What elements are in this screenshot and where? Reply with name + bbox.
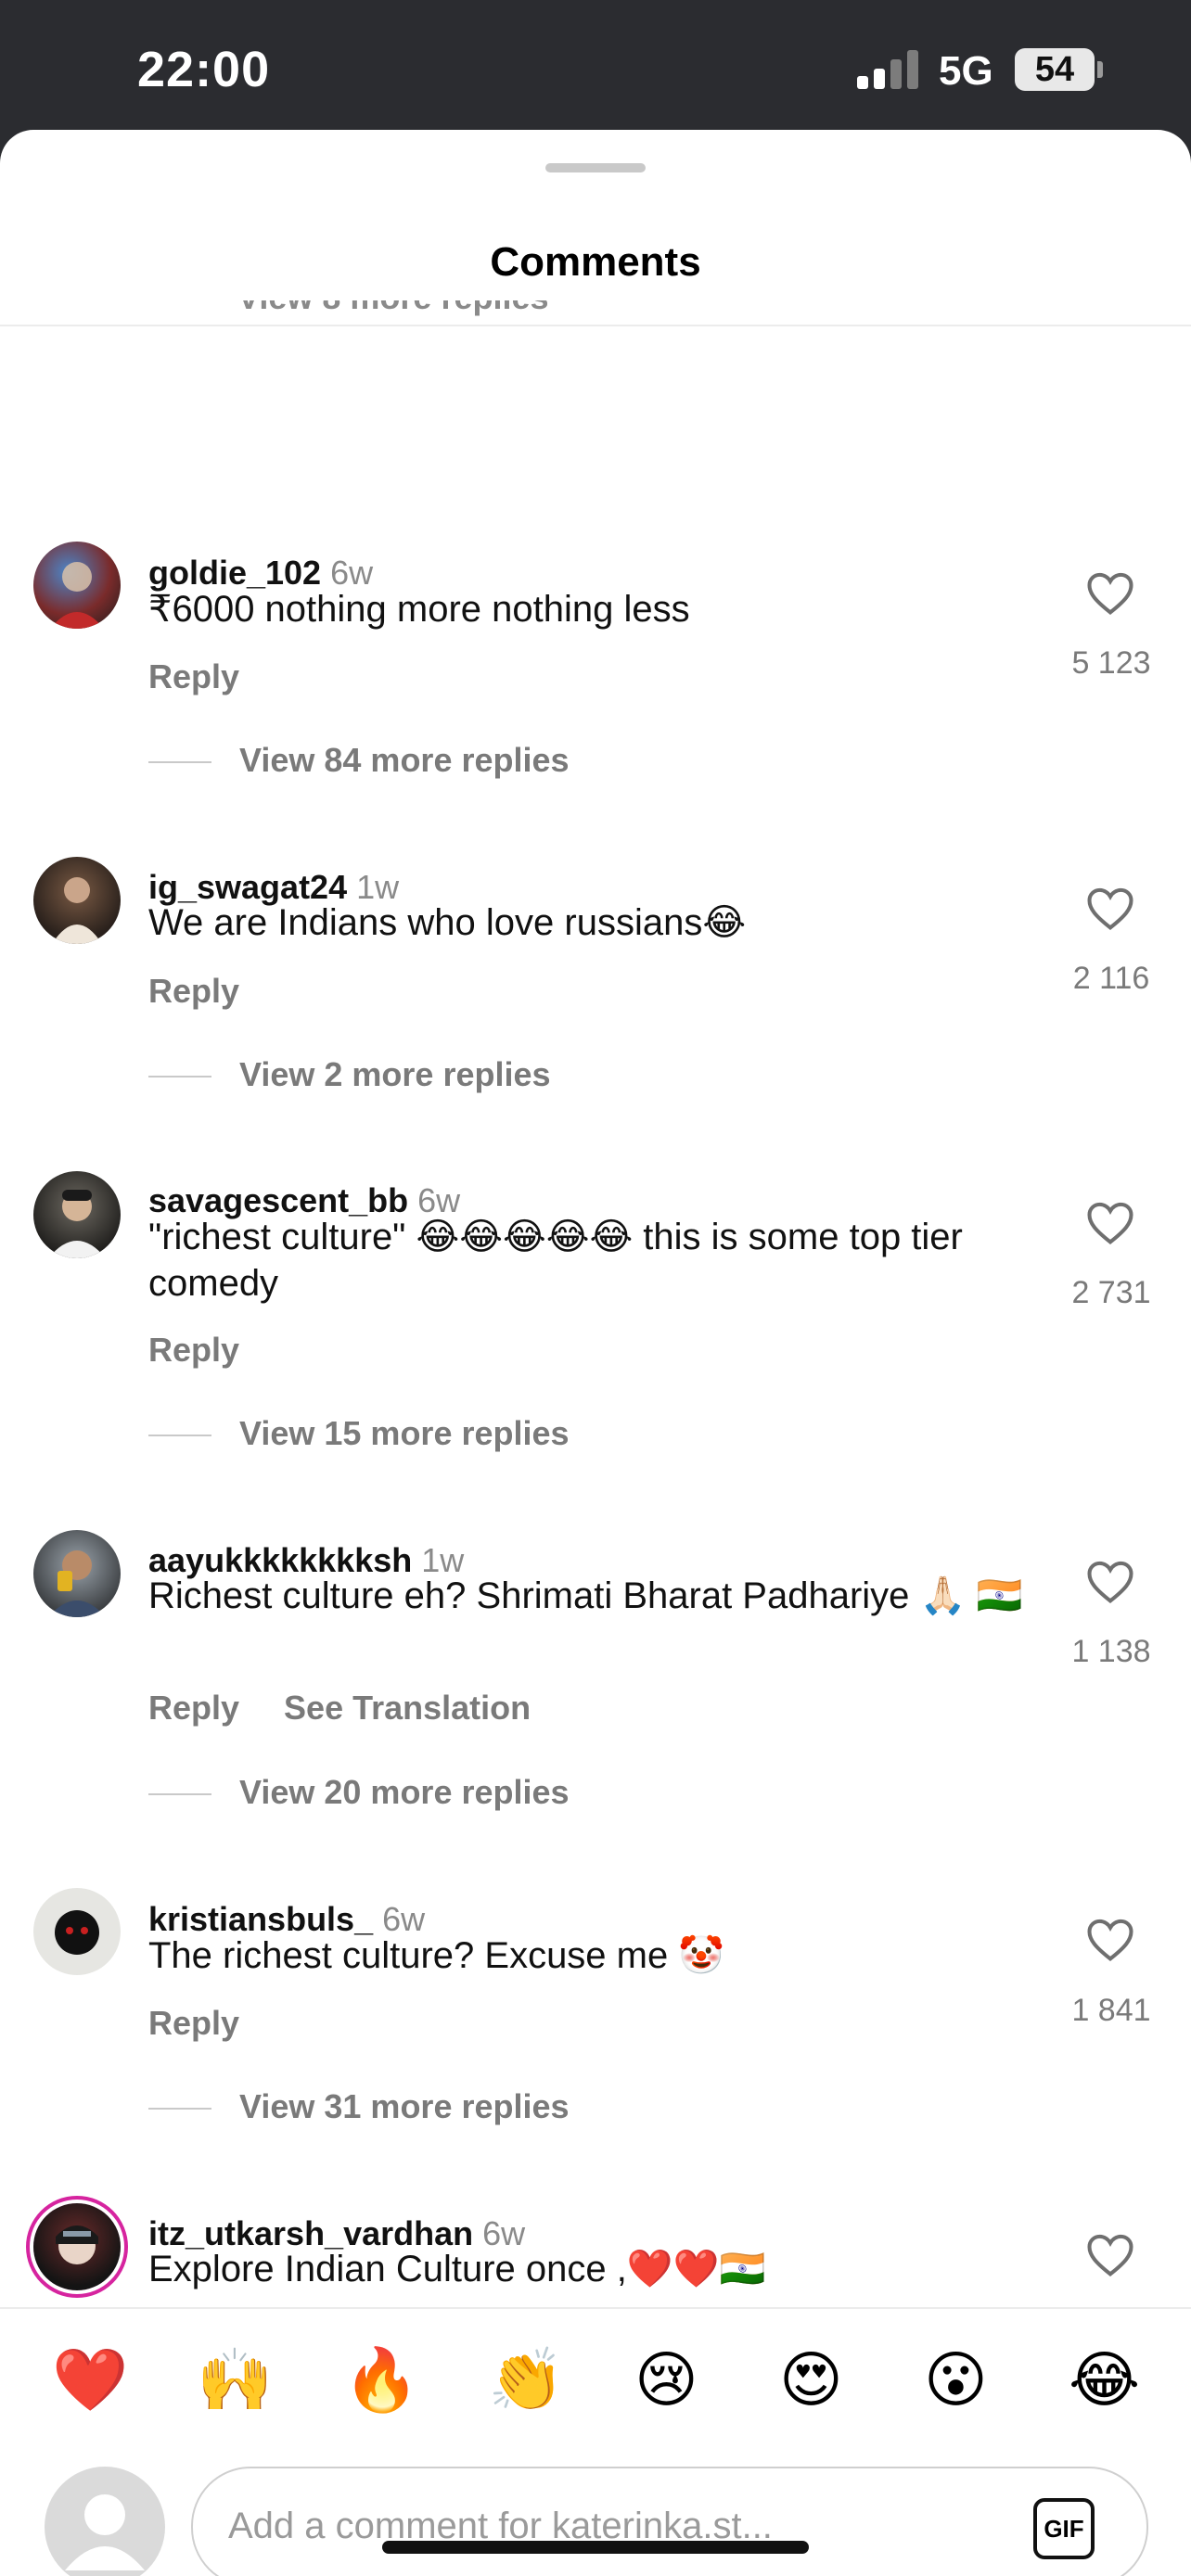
comment-actions: Reply xyxy=(148,972,284,1011)
comment-text: We are Indians who love russians😂 xyxy=(148,902,747,943)
view-replies-button[interactable]: View 31 more replies xyxy=(148,2087,570,2126)
status-bar: 22:00 5G 54 xyxy=(0,0,1191,139)
emoji-surprised-button[interactable]: 😮 xyxy=(924,2344,988,2416)
comment-text: "richest culture" 😂😂😂😂😂 this is some top… xyxy=(148,1217,963,1304)
like-heart-icon[interactable] xyxy=(1085,1558,1135,1604)
reply-button[interactable]: Reply xyxy=(148,2004,239,2042)
reply-button[interactable]: Reply xyxy=(148,657,239,695)
cut-off-text: View 8 more replies xyxy=(237,300,549,316)
avatar[interactable] xyxy=(33,2203,121,2290)
comment-text: ₹6000 nothing more nothing less xyxy=(148,589,690,630)
like-heart-icon[interactable] xyxy=(1085,569,1135,616)
comment-input-container[interactable]: GIF xyxy=(191,2467,1148,2576)
like-heart-icon[interactable] xyxy=(1085,2231,1135,2277)
view-replies-label[interactable]: View 15 more replies xyxy=(239,1414,570,1452)
composer-divider xyxy=(0,2307,1191,2309)
emoji-fire-button[interactable]: 🔥 xyxy=(343,2344,419,2417)
like-heart-icon[interactable] xyxy=(1085,1916,1135,1962)
view-replies-button[interactable]: View 84 more replies xyxy=(148,741,570,780)
reply-button[interactable]: Reply xyxy=(148,1689,239,1727)
sheet-grabber[interactable] xyxy=(545,163,646,172)
like-count: 5 123 xyxy=(1071,645,1151,681)
like-count: 1 841 xyxy=(1071,1993,1151,2028)
view-replies-label[interactable]: View 31 more replies xyxy=(239,2087,570,2125)
signal-icon xyxy=(857,50,922,89)
avatar-figure xyxy=(48,1550,106,1617)
sheet-title: Comments xyxy=(490,239,701,285)
reply-button[interactable]: Reply xyxy=(148,1331,239,1369)
avatar-figure xyxy=(56,2225,98,2264)
avatar[interactable] xyxy=(33,1530,121,1617)
avatar-figure xyxy=(48,1190,106,1258)
battery-icon: 54 xyxy=(1015,48,1095,91)
view-replies-button[interactable]: View 2 more replies xyxy=(148,1055,551,1094)
like-heart-icon[interactable] xyxy=(1085,885,1135,931)
gif-button[interactable]: GIF xyxy=(1033,2498,1095,2559)
see-translation-button[interactable]: See Translation xyxy=(284,1689,531,1727)
network-type: 5G xyxy=(939,48,993,94)
comments-sheet: Comments View 8 more replies goldie_1026… xyxy=(0,130,1191,2576)
emoji-heart-eyes-button[interactable]: 😍 xyxy=(779,2344,843,2416)
like-heart-icon[interactable] xyxy=(1085,1199,1135,1245)
view-replies-label[interactable]: View 20 more replies xyxy=(239,1773,570,1811)
replies-line xyxy=(148,2108,211,2111)
comment-actions: Reply xyxy=(148,657,284,696)
avatar[interactable] xyxy=(33,1888,121,1975)
comments-list[interactable]: goldie_102 6w ₹6000 nothing more nothing … xyxy=(0,326,1191,2307)
avatar[interactable] xyxy=(33,857,121,944)
avatar-figure xyxy=(52,877,102,944)
comment-text: The richest culture? Excuse me 🤡 xyxy=(148,1935,725,1976)
comment-text: Explore Indian Culture once ,❤️❤️🇮🇳 xyxy=(148,2249,766,2289)
like-count: 1 138 xyxy=(1071,1634,1151,1669)
view-replies-label[interactable]: View 2 more replies xyxy=(239,1055,551,1093)
my-avatar xyxy=(45,2467,165,2576)
home-indicator[interactable] xyxy=(382,2541,809,2554)
emoji-laughing-button[interactable]: 😂 xyxy=(1069,2344,1140,2416)
like-count: 2 731 xyxy=(1071,1275,1151,1310)
status-time: 22:00 xyxy=(137,42,271,97)
replies-line xyxy=(148,761,211,764)
view-replies-button[interactable]: View 15 more replies xyxy=(148,1414,570,1453)
comment-actions: Reply See Translation xyxy=(148,1689,575,1728)
emoji-clap-button[interactable]: 👏 xyxy=(488,2344,564,2417)
view-replies-button[interactable]: View 20 more replies xyxy=(148,1773,570,1812)
comment-actions: Reply xyxy=(148,2004,284,2043)
default-avatar-icon xyxy=(65,2494,145,2570)
avatar-figure xyxy=(55,1910,99,1955)
avatar-figure xyxy=(50,562,104,629)
comment-text: Richest culture eh? Shrimati Bharat Padh… xyxy=(148,1575,1023,1616)
comment-actions: Reply xyxy=(148,1331,284,1370)
view-replies-label[interactable]: View 84 more replies xyxy=(239,741,570,779)
replies-line xyxy=(148,1435,211,1437)
quick-emoji-bar: ❤️ 🙌 🔥 👏 😢 😍 😮 😂 xyxy=(0,2344,1191,2428)
avatar[interactable] xyxy=(33,542,121,629)
avatar[interactable] xyxy=(33,1171,121,1258)
cut-off-view-replies[interactable]: View 8 more replies xyxy=(237,300,549,325)
emoji-crying-button[interactable]: 😢 xyxy=(634,2344,698,2416)
replies-line xyxy=(148,1076,211,1078)
emoji-raising-hands-button[interactable]: 🙌 xyxy=(197,2344,273,2417)
reply-button[interactable]: Reply xyxy=(148,972,239,1010)
replies-line xyxy=(148,1793,211,1796)
battery-nub xyxy=(1097,61,1103,78)
like-count: 2 116 xyxy=(1072,961,1150,996)
emoji-heart-button[interactable]: ❤️ xyxy=(52,2344,128,2417)
